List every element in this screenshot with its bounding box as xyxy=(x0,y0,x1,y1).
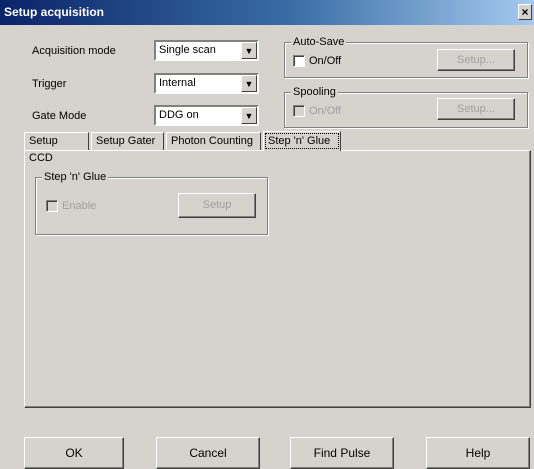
tab-step-n-glue[interactable]: Step 'n' Glue xyxy=(263,131,341,151)
tab-setup-gater[interactable]: Setup Gater xyxy=(91,132,164,150)
cancel-button[interactable]: Cancel xyxy=(156,437,260,469)
spooling-title: Spooling xyxy=(291,86,338,98)
gate-mode-value: DDG on xyxy=(159,109,199,121)
setup-acquisition-dialog: Setup acquisition × Acquisition mode Sin… xyxy=(0,0,534,469)
step-n-glue-setup-button[interactable]: Setup xyxy=(178,193,256,218)
ok-button[interactable]: OK xyxy=(24,437,124,469)
auto-save-group: Auto-Save On/Off Setup... xyxy=(284,36,528,78)
trigger-select[interactable]: Internal ▼ xyxy=(154,73,259,94)
acquisition-mode-label: Acquisition mode xyxy=(32,45,116,57)
tab-photon-counting[interactable]: Photon Counting xyxy=(166,132,261,150)
checkbox-icon[interactable] xyxy=(46,200,58,212)
gate-mode-select[interactable]: DDG on ▼ xyxy=(154,105,259,126)
acquisition-mode-select[interactable]: Single scan ▼ xyxy=(154,40,259,61)
title-bar: Setup acquisition xyxy=(0,0,534,25)
auto-save-title: Auto-Save xyxy=(291,36,347,48)
spooling-checkbox-label: On/Off xyxy=(309,105,342,117)
tab-panel-step-n-glue: Step 'n' Glue Enable Setup xyxy=(24,150,531,408)
step-n-glue-title: Step 'n' Glue xyxy=(42,171,109,183)
close-icon: × xyxy=(521,5,529,19)
help-button[interactable]: Help xyxy=(426,437,530,469)
tab-label: Setup Gater xyxy=(96,135,156,147)
trigger-value: Internal xyxy=(159,77,196,89)
auto-save-setup-button[interactable]: Setup... xyxy=(437,49,515,71)
dropdown-arrow-icon[interactable]: ▼ xyxy=(241,42,257,59)
dropdown-arrow-icon[interactable]: ▼ xyxy=(241,107,257,124)
window-title: Setup acquisition xyxy=(4,5,105,19)
step-n-glue-enable-label: Enable xyxy=(62,200,97,212)
spooling-group: Spooling On/Off Setup... xyxy=(284,86,528,128)
help-label: Help xyxy=(465,446,491,460)
step-n-glue-group: Step 'n' Glue Enable Setup xyxy=(35,171,268,235)
tab-setup-ccd[interactable]: Setup CCD xyxy=(24,132,89,164)
auto-save-setup-label: Setup... xyxy=(457,54,495,66)
spooling-setup-label: Setup... xyxy=(457,103,495,115)
checkbox-icon[interactable] xyxy=(293,55,305,67)
ok-label: OK xyxy=(65,446,83,460)
gate-mode-label: Gate Mode xyxy=(32,110,87,122)
find-pulse-button[interactable]: Find Pulse xyxy=(290,437,394,469)
tab-label: Photon Counting xyxy=(171,135,253,147)
dropdown-arrow-icon[interactable]: ▼ xyxy=(241,75,257,92)
close-button[interactable]: × xyxy=(518,4,532,20)
find-pulse-label: Find Pulse xyxy=(313,446,371,460)
auto-save-checkbox[interactable]: On/Off xyxy=(293,55,341,67)
cancel-label: Cancel xyxy=(189,446,227,460)
checkbox-icon[interactable] xyxy=(293,105,305,117)
spooling-setup-button[interactable]: Setup... xyxy=(437,98,515,120)
tab-label: Step 'n' Glue xyxy=(268,135,331,147)
step-n-glue-setup-label: Setup xyxy=(202,199,232,211)
acquisition-mode-value: Single scan xyxy=(159,44,216,56)
spooling-checkbox[interactable]: On/Off xyxy=(293,105,341,117)
trigger-label: Trigger xyxy=(32,78,67,90)
step-n-glue-enable-checkbox[interactable]: Enable xyxy=(46,200,96,212)
auto-save-checkbox-label: On/Off xyxy=(309,55,342,67)
